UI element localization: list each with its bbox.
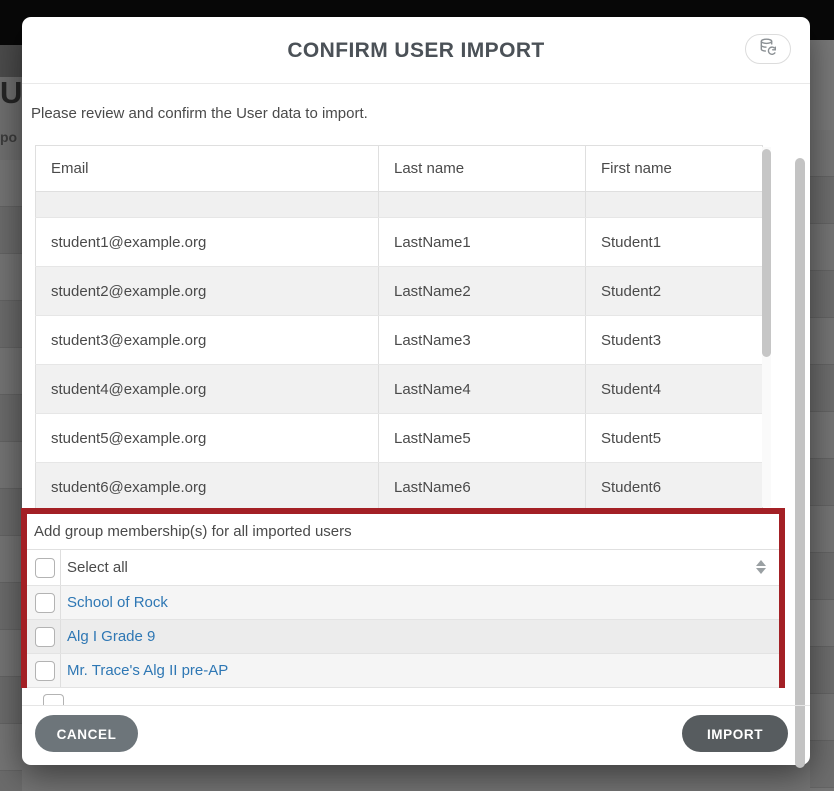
sort-down-arrow-icon — [756, 568, 766, 574]
modal-header: CONFIRM USER IMPORT — [22, 17, 810, 84]
cancel-button[interactable]: CANCEL — [35, 715, 138, 752]
table-cell: student4@example.org — [36, 365, 379, 414]
table-scrollbar-thumb[interactable] — [762, 149, 771, 357]
column-header-last-name: Last name — [379, 146, 586, 192]
table-cell — [379, 192, 586, 218]
user-table: Email Last name First name student1@exam… — [35, 145, 763, 508]
select-all-label: Select all — [67, 550, 128, 585]
partial-group-checkbox[interactable] — [43, 694, 64, 705]
table-cell — [36, 192, 379, 218]
table-cell: Student3 — [586, 316, 763, 365]
column-header-first-name: First name — [586, 146, 763, 192]
table-header-row: Email Last name First name — [36, 146, 763, 192]
group-link[interactable]: Alg I Grade 9 — [67, 620, 155, 653]
table-row: student3@example.orgLastName3Student3 — [36, 316, 763, 365]
background-text-fragment: po — [0, 129, 17, 145]
background-right-strip — [810, 40, 834, 791]
group-link[interactable]: Mr. Trace's Alg II pre-AP — [67, 654, 228, 687]
group-list: School of RockAlg I Grade 9Mr. Trace's A… — [27, 586, 779, 688]
table-cell: Student4 — [586, 365, 763, 414]
table-cell: LastName5 — [379, 414, 586, 463]
group-row[interactable]: Mr. Trace's Alg II pre-AP — [27, 654, 779, 688]
background-left-dark-band — [0, 45, 22, 77]
confirm-user-import-modal: CONFIRM USER IMPORT Please review and co… — [22, 17, 810, 765]
screen: Us po CONFIRM USER IMPORT — [0, 0, 834, 791]
user-table-container: Email Last name First name student1@exam… — [35, 145, 771, 508]
background-right-rows — [810, 130, 834, 791]
table-row: student6@example.orgLastName6Student6 — [36, 463, 763, 509]
table-cell: Student5 — [586, 414, 763, 463]
group-checkbox[interactable] — [35, 593, 55, 613]
group-checkbox-cell — [27, 620, 61, 653]
group-checkbox[interactable] — [35, 627, 55, 647]
background-left-rows — [0, 160, 22, 791]
user-table-body: student1@example.orgLastName1Student1stu… — [36, 192, 763, 509]
table-cell: student6@example.org — [36, 463, 379, 509]
modal-scrollbar[interactable] — [795, 87, 808, 727]
modal-scrollbar-thumb[interactable] — [795, 158, 805, 768]
table-cell: student1@example.org — [36, 218, 379, 267]
table-row — [36, 192, 763, 218]
column-header-email: Email — [36, 146, 379, 192]
table-row: student5@example.orgLastName5Student5 — [36, 414, 763, 463]
import-tool-button[interactable] — [745, 34, 791, 64]
database-refresh-icon — [758, 37, 778, 62]
table-cell: student3@example.org — [36, 316, 379, 365]
table-cell: Student6 — [586, 463, 763, 509]
table-row: student4@example.orgLastName4Student4 — [36, 365, 763, 414]
group-membership-label: Add group membership(s) for all imported… — [27, 514, 779, 550]
table-cell — [586, 192, 763, 218]
table-cell: LastName3 — [379, 316, 586, 365]
table-row: student1@example.orgLastName1Student1 — [36, 218, 763, 267]
table-cell: LastName2 — [379, 267, 586, 316]
group-row[interactable]: Alg I Grade 9 — [27, 620, 779, 654]
group-checkbox-cell — [27, 586, 61, 619]
footer-divider — [22, 705, 810, 706]
import-button[interactable]: IMPORT — [682, 715, 788, 752]
table-scrollbar[interactable] — [762, 147, 771, 507]
table-cell: student5@example.org — [36, 414, 379, 463]
table-cell: student2@example.org — [36, 267, 379, 316]
table-cell: LastName1 — [379, 218, 586, 267]
table-cell: LastName6 — [379, 463, 586, 509]
modal-title: CONFIRM USER IMPORT — [22, 17, 810, 84]
table-row: student2@example.orgLastName2Student2 — [36, 267, 763, 316]
select-all-checkbox-cell — [27, 550, 61, 585]
select-all-checkbox[interactable] — [35, 558, 55, 578]
sort-up-arrow-icon — [756, 560, 766, 566]
group-link[interactable]: School of Rock — [67, 586, 168, 619]
group-checkbox[interactable] — [35, 661, 55, 681]
select-all-row[interactable]: Select all — [27, 550, 779, 586]
table-cell: LastName4 — [379, 365, 586, 414]
group-membership-section: Add group membership(s) for all imported… — [21, 508, 785, 688]
table-cell: Student1 — [586, 218, 763, 267]
table-cell: Student2 — [586, 267, 763, 316]
intro-text: Please review and confirm the User data … — [31, 105, 368, 122]
sort-icon[interactable] — [756, 560, 766, 574]
group-row[interactable]: School of Rock — [27, 586, 779, 620]
background-left-strip: Us po — [0, 45, 22, 791]
group-checkbox-cell — [27, 654, 61, 687]
